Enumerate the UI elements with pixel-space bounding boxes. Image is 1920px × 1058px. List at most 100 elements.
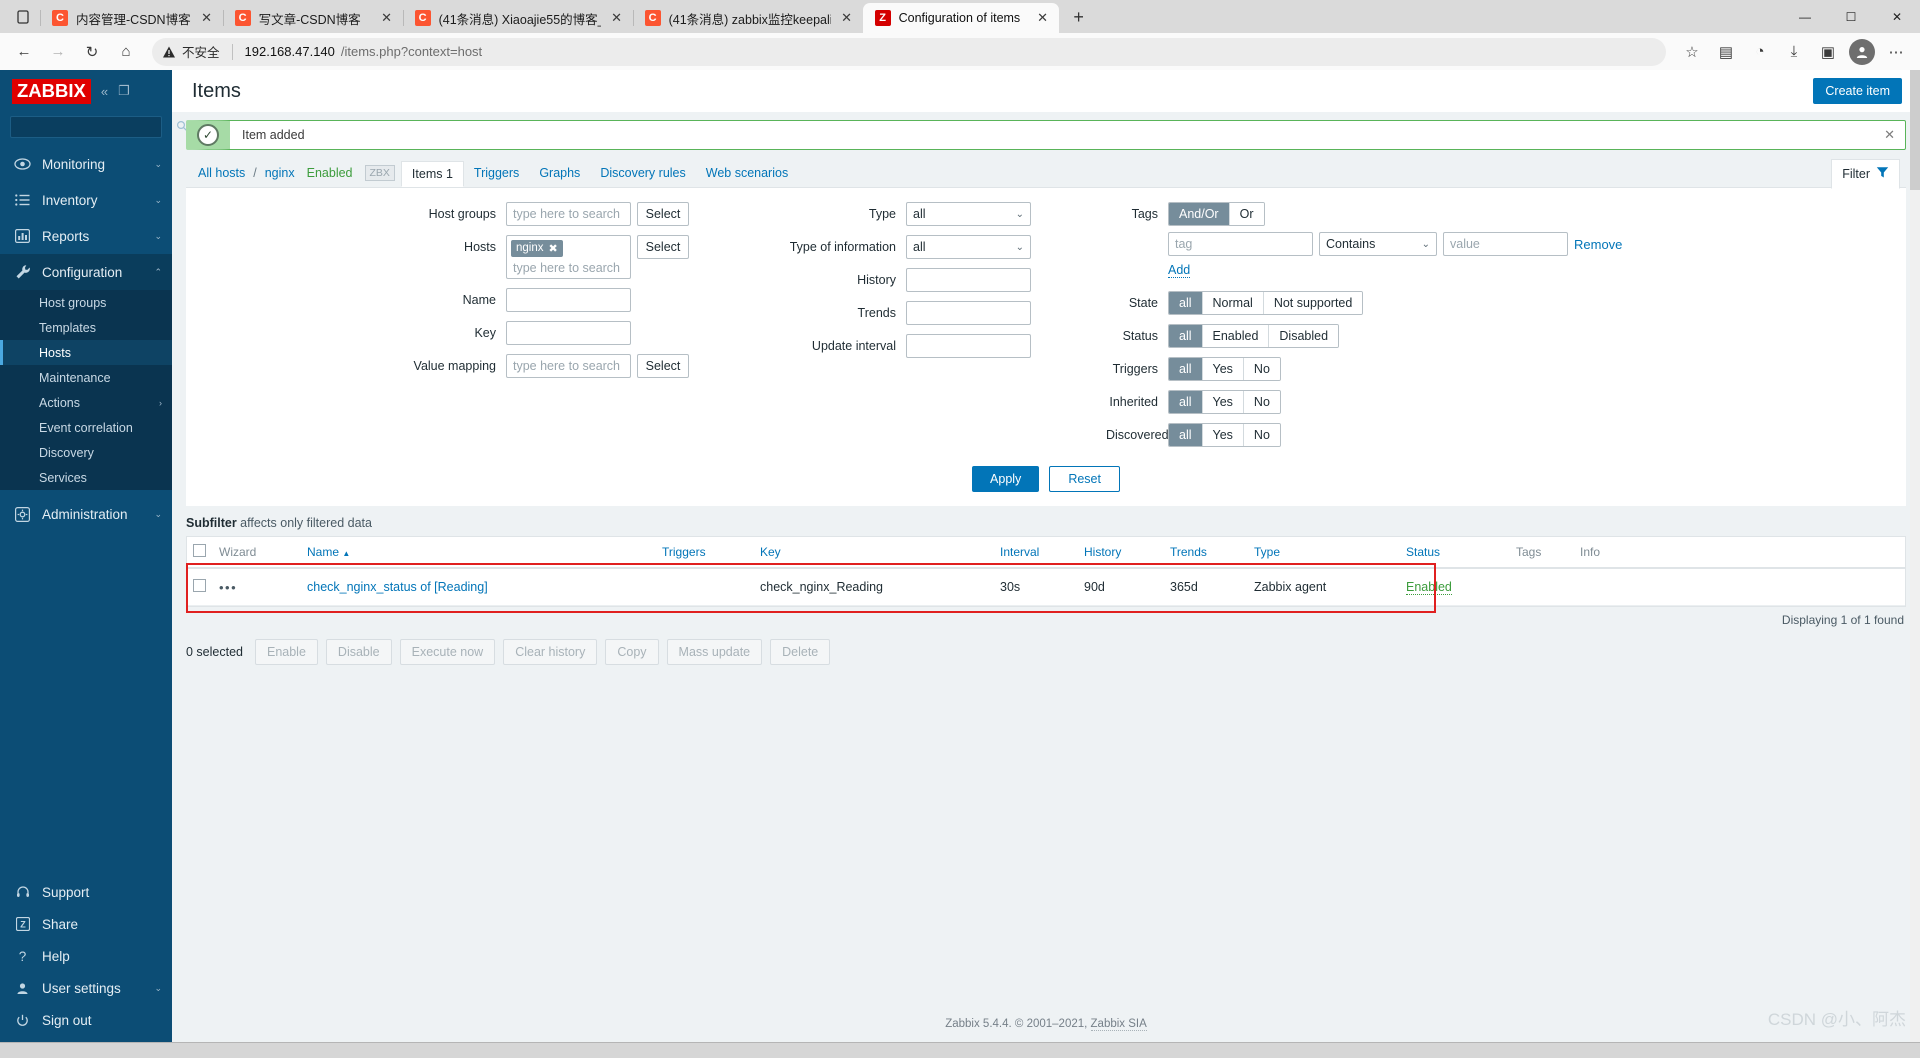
row-checkbox[interactable] [193,579,206,592]
tab-triggers[interactable]: Triggers [464,160,529,186]
name-input[interactable] [506,287,631,312]
chip-remove-icon[interactable]: ✖ [549,242,558,255]
browser-essentials-icon[interactable]: ◔ [1744,37,1776,67]
clear-history-button[interactable]: Clear history [503,639,598,665]
breadcrumb-all-hosts[interactable]: All hosts [192,166,251,180]
sidebar-search[interactable] [10,116,188,138]
inherited-option-yes[interactable]: Yes [1201,391,1243,413]
browser-tab-4[interactable]: C (41条消息) zabbix监控keepalived ✕ [632,3,863,33]
host-groups-select-button[interactable]: Select [637,202,689,226]
update-interval-input[interactable] [906,334,1031,358]
back-icon[interactable]: ← [8,37,40,67]
hosts-select-button[interactable]: Select [637,235,689,259]
value-mapping-input[interactable] [506,353,631,378]
value-mapping-select-button[interactable]: Select [637,353,689,378]
home-icon[interactable]: ⌂ [110,37,142,67]
wizard-menu-icon[interactable]: ••• [219,580,237,595]
browser-tab-5-active[interactable]: Z Configuration of items ✕ [862,3,1059,33]
execute-now-button[interactable]: Execute now [399,639,496,665]
window-close-icon[interactable]: ✕ [1874,0,1920,33]
col-trends[interactable]: Trends [1164,537,1248,569]
host-chip[interactable]: nginx ✖ [511,239,563,257]
sidebar-subitem-host-groups[interactable]: Host groups [0,290,172,315]
host-status-label[interactable]: Enabled [301,166,359,180]
tab-list-icon[interactable] [6,0,40,33]
browser-tab-3[interactable]: C (41条消息) Xiaoajie55的博客_CSD ✕ [402,3,633,33]
col-interval[interactable]: Interval [994,537,1078,569]
filter-tab[interactable]: Filter [1831,158,1900,189]
type-of-information-select[interactable]: all ⌄ [906,235,1031,259]
tag-remove-link[interactable]: Remove [1574,237,1622,252]
chevron-right-icon[interactable]: › [159,398,172,408]
tab-discovery-rules[interactable]: Discovery rules [590,160,695,186]
discovered-option-no[interactable]: No [1242,424,1280,446]
close-icon[interactable]: ✕ [1035,10,1051,26]
sidebar-item-user-settings[interactable]: User settings ⌄ [0,972,172,1004]
forward-icon[interactable]: → [42,37,74,67]
settings-more-icon[interactable]: ⋯ [1880,37,1912,67]
reload-icon[interactable]: ↻ [76,37,108,67]
close-icon[interactable]: ✕ [839,10,855,26]
minimize-icon[interactable]: — [1782,0,1828,33]
discovered-option-yes[interactable]: Yes [1201,424,1243,446]
address-bar[interactable]: 不安全 192.168.47.140 /items.php?context=ho… [152,37,1666,66]
page-scrollbar[interactable] [1910,70,1920,1042]
sidebar-item-configuration[interactable]: Configuration ⌃ [0,254,172,290]
tag-name-input[interactable] [1168,232,1313,256]
sidebar-subitem-discovery[interactable]: Discovery [0,440,172,465]
sidebar-subitem-hosts[interactable]: Hosts [0,340,172,365]
collections-icon[interactable]: ▤ [1710,37,1742,67]
inherited-option-all[interactable]: all [1169,391,1202,413]
state-option-not-supported[interactable]: Not supported [1262,292,1363,314]
col-triggers[interactable]: Triggers [656,537,754,569]
sidebar-subitem-actions[interactable]: Actions › [0,390,172,415]
chevron-down-icon[interactable]: ⌄ [154,231,162,242]
triggers-option-yes[interactable]: Yes [1201,358,1243,380]
create-item-button[interactable]: Create item [1813,78,1902,104]
downloads-icon[interactable]: ⤓ [1778,37,1810,67]
collapse-sidebar-icon[interactable]: « [101,84,108,99]
close-icon[interactable]: ✕ [1884,127,1905,143]
browser-tab-2[interactable]: C 写文章-CSDN博客 ✕ [222,3,403,33]
table-row[interactable]: ••• check_nginx_status of [Reading] chec… [187,568,1905,606]
col-history[interactable]: History [1078,537,1164,569]
inherited-option-no[interactable]: No [1242,391,1280,413]
history-input[interactable] [906,268,1031,292]
tags-mode-andor[interactable]: And/Or [1169,203,1229,225]
sidebar-item-monitoring[interactable]: Monitoring ⌄ [0,146,172,182]
sidebar-subitem-services[interactable]: Services [0,465,172,490]
sidebar-item-administration[interactable]: Administration ⌄ [0,496,172,532]
zabbix-logo[interactable]: ZABBIX [12,78,91,104]
col-key[interactable]: Key [754,537,994,569]
breadcrumb-host[interactable]: nginx [259,166,301,180]
col-type[interactable]: Type [1248,537,1400,569]
reset-button[interactable]: Reset [1049,466,1120,492]
key-input[interactable] [506,320,631,345]
type-select[interactable]: all ⌄ [906,202,1031,226]
zabbix-sia-link[interactable]: Zabbix SIA [1090,1018,1147,1031]
tab-graphs[interactable]: Graphs [529,160,590,186]
close-icon[interactable]: ✕ [199,10,215,26]
hide-sidebar-icon[interactable]: ❐ [118,83,130,99]
tab-items[interactable]: Items 1 [400,160,464,187]
col-status[interactable]: Status [1400,537,1510,569]
chevron-down-icon[interactable]: ⌄ [154,159,162,170]
new-tab-button[interactable]: + [1065,3,1093,31]
host-groups-input[interactable] [506,202,631,226]
apply-button[interactable]: Apply [972,466,1040,492]
chevron-up-icon[interactable]: ⌃ [154,267,162,278]
status-option-enabled[interactable]: Enabled [1201,325,1269,347]
sidebar-item-support[interactable]: Support [0,876,172,908]
extensions-icon[interactable]: ▣ [1812,37,1844,67]
tag-add-link[interactable]: Add [1168,263,1191,278]
search-input[interactable] [17,119,176,135]
mass-update-button[interactable]: Mass update [666,639,763,665]
state-option-all[interactable]: all [1169,292,1202,314]
scrollbar-thumb[interactable] [1910,70,1920,190]
disable-button[interactable]: Disable [325,639,392,665]
select-all-checkbox[interactable] [193,544,206,557]
browser-tab-1[interactable]: C 内容管理-CSDN博客 ✕ [40,3,223,33]
tags-mode-or[interactable]: Or [1228,203,1264,225]
col-name[interactable]: Name ▲ [301,537,656,569]
sidebar-item-sign-out[interactable]: Sign out [0,1004,172,1036]
